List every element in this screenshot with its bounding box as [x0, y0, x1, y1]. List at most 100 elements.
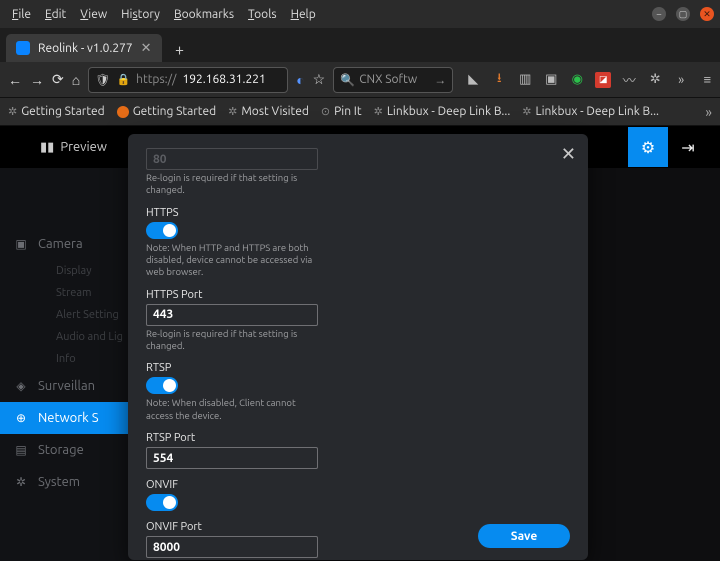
https-note: Note: When HTTP and HTTPS are both disab…: [146, 242, 318, 279]
gear-icon: ⚙: [641, 138, 655, 157]
rtsp-label: RTSP: [146, 362, 331, 374]
menu-bookmarks[interactable]: Bookmarks: [168, 5, 240, 24]
toolbar-overflow-icon[interactable]: »: [673, 72, 689, 88]
rtsp-field: RTSP Note: When disabled, Client cannot …: [146, 362, 331, 422]
tab-strip: Reolink - v1.0.277 ✕ +: [0, 28, 720, 62]
ext-green-icon[interactable]: ◉: [569, 72, 585, 88]
search-box[interactable]: 🔍 CNX Softw →: [333, 67, 453, 93]
search-go-icon[interactable]: →: [434, 73, 446, 87]
reader-icon[interactable]: ▣: [543, 72, 559, 88]
bookmark-item[interactable]: ✲Linkbux - Deep Link B...: [374, 105, 511, 118]
disk-icon: ▤: [14, 443, 28, 457]
bookmark-item[interactable]: ⊙ Pin It: [321, 105, 362, 118]
bookmark-label: Linkbux - Deep Link B...: [536, 105, 659, 118]
onvif-toggle[interactable]: [146, 494, 178, 511]
window-maximize-button[interactable]: ▢: [676, 7, 690, 21]
pin-icon: ⊙: [321, 105, 330, 118]
rtsp-port-field: RTSP Port: [146, 432, 331, 469]
url-scheme: https://: [136, 73, 176, 86]
menu-tools[interactable]: Tools: [242, 5, 283, 24]
app-menu-icon[interactable]: ≡: [699, 72, 715, 88]
bookmark-label: Getting Started: [133, 105, 216, 118]
modal-close-button[interactable]: ✕: [561, 144, 576, 165]
nav-home-button[interactable]: ⌂: [72, 70, 80, 90]
bookmark-item[interactable]: ✲ Most Visited: [228, 105, 309, 118]
search-placeholder: CNX Softw: [359, 73, 417, 86]
gear-icon: ✲: [14, 475, 28, 489]
toolbar-extensions: ◣ ⭳ ▥ ▣ ◉ ◪ 〰 ✲ » ≡: [465, 72, 715, 88]
url-bar[interactable]: 🛡 🔒 https:// 192.168.31.221: [88, 67, 288, 93]
nav-reload-button[interactable]: ⟳: [52, 70, 64, 90]
save-button[interactable]: Save: [478, 524, 570, 548]
gear-icon: ✲: [228, 105, 237, 118]
exit-button[interactable]: ⇥: [668, 127, 708, 167]
window-minimize-button[interactable]: –: [652, 7, 666, 21]
onvif-port-input[interactable]: [146, 536, 318, 558]
https-toggle[interactable]: [146, 222, 178, 239]
https-label: HTTPS: [146, 207, 331, 219]
tab-preview[interactable]: ▮▮ Preview: [40, 140, 107, 155]
rtsp-toggle[interactable]: [146, 377, 178, 394]
sidebar-item-label: Storage: [38, 443, 84, 457]
window-titlebar: File Edit View History Bookmarks Tools H…: [0, 0, 720, 28]
gear-icon: ✲: [374, 105, 383, 118]
new-tab-button[interactable]: +: [168, 38, 192, 62]
nav-back-button[interactable]: ←: [8, 70, 22, 90]
port-settings-modal: ✕ Re-login is required if that setting i…: [128, 134, 588, 560]
sidebar-item-label: Network S: [38, 411, 99, 425]
rtsp-port-input[interactable]: [146, 447, 318, 469]
lock-icon: 🔒: [116, 73, 130, 86]
shield-icon: 🛡: [95, 73, 110, 87]
permissions-icon[interactable]: ◐: [296, 70, 304, 90]
nav-forward-button[interactable]: →: [30, 70, 44, 90]
window-close-button[interactable]: ✕: [700, 7, 714, 21]
bookmark-item[interactable]: ✲ Getting Started: [8, 105, 105, 118]
gear-icon: ✲: [8, 105, 17, 118]
onvif-field: ONVIF: [146, 479, 331, 511]
bookmark-label: Pin It: [334, 105, 361, 118]
reolink-app: ▮▮ Preview ▦ Playback re⦿link ⚙ ⇥ ▣Camer…: [0, 126, 720, 561]
gear-icon: ✲: [522, 105, 531, 118]
https-port-input[interactable]: [146, 304, 318, 326]
menu-help[interactable]: Help: [285, 5, 322, 24]
ext-red-icon[interactable]: ◪: [595, 72, 611, 88]
tab-close-icon[interactable]: ✕: [141, 41, 152, 56]
download-icon[interactable]: ⭳: [491, 72, 507, 88]
tab-favicon: [16, 41, 30, 55]
onvif-port-label: ONVIF Port: [146, 521, 331, 533]
menu-view[interactable]: View: [74, 5, 113, 24]
url-host: 192.168.31.221: [182, 73, 265, 86]
menu-history[interactable]: History: [115, 5, 166, 24]
https-port-hint: Re-login is required if that setting is …: [146, 328, 318, 353]
bookmark-label: Most Visited: [241, 105, 309, 118]
pocket-icon[interactable]: ◣: [465, 72, 481, 88]
ext-gear-icon[interactable]: ✲: [647, 72, 663, 88]
search-icon: 🔍: [340, 73, 355, 87]
menu-edit[interactable]: Edit: [39, 5, 72, 24]
firefox-icon: [117, 106, 129, 118]
bookmark-item[interactable]: ✲ Linkbux - Deep Link B...: [522, 105, 659, 118]
menu-file[interactable]: File: [6, 5, 37, 24]
camera-icon: ▮▮: [40, 140, 54, 155]
onvif-port-field: ONVIF Port: [146, 521, 331, 558]
nav-toolbar: ← → ⟳ ⌂ 🛡 🔒 https:// 192.168.31.221 ◐ ☆ 🔍…: [0, 62, 720, 98]
library-icon[interactable]: ▥: [517, 72, 533, 88]
settings-button[interactable]: ⚙: [628, 127, 668, 167]
star-icon[interactable]: ☆: [313, 70, 326, 90]
https-port-label: HTTPS Port: [146, 289, 331, 301]
http-port-input[interactable]: [146, 148, 318, 170]
sidebar-item-label: Surveillan: [38, 379, 95, 393]
camera-icon: ▣: [14, 237, 28, 251]
ext-cloud-icon[interactable]: 〰: [621, 72, 637, 88]
onvif-label: ONVIF: [146, 479, 331, 491]
rtsp-note: Note: When disabled, Client cannot acces…: [146, 397, 318, 422]
http-port-field: Re-login is required if that setting is …: [146, 148, 331, 197]
shield-icon: ◈: [14, 379, 28, 393]
rtsp-port-label: RTSP Port: [146, 432, 331, 444]
https-port-field: HTTPS Port Re-login is required if that …: [146, 289, 331, 353]
bookmark-item[interactable]: Getting Started: [117, 105, 216, 118]
bookmark-label: Getting Started: [21, 105, 104, 118]
bookmarks-overflow-icon[interactable]: »: [705, 104, 712, 120]
browser-tab[interactable]: Reolink - v1.0.277 ✕: [6, 34, 162, 62]
tab-title: Reolink - v1.0.277: [38, 42, 133, 55]
